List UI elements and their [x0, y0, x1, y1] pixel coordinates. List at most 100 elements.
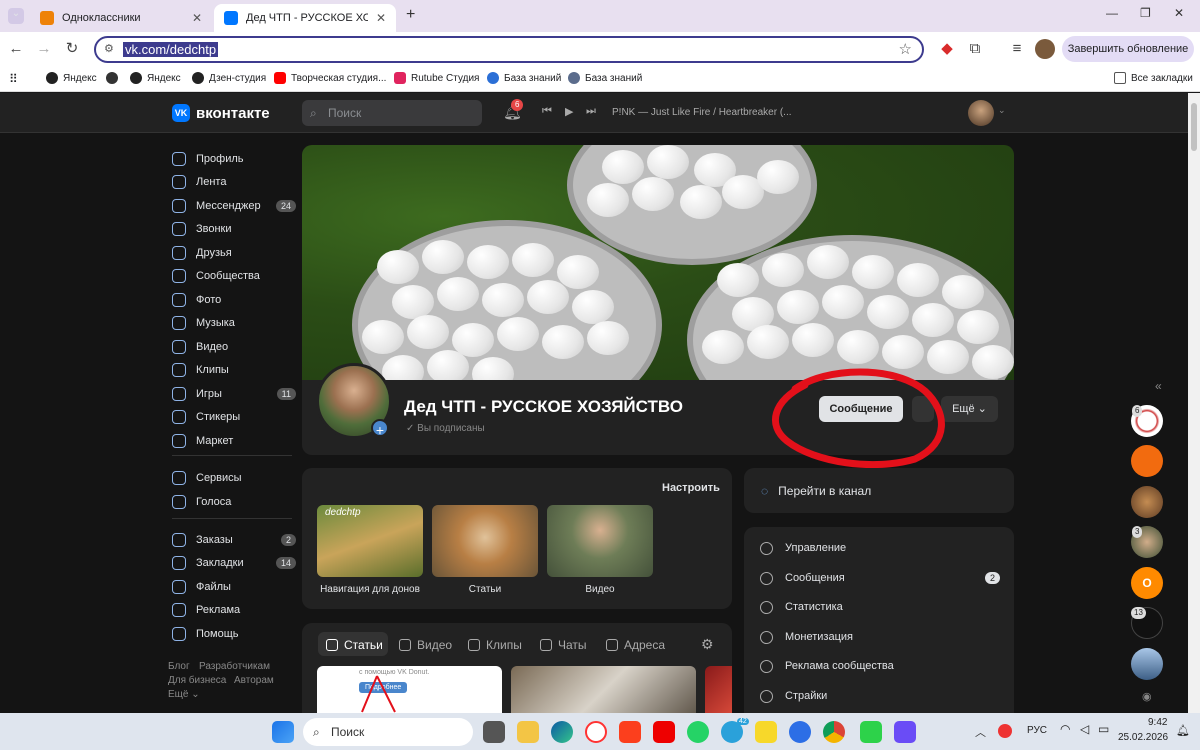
tile-articles[interactable] — [432, 505, 538, 577]
menu-item-manage[interactable]: Управление — [760, 539, 1000, 557]
chrome-icon[interactable] — [823, 721, 845, 743]
prev-track-icon[interactable]: ⏮ — [542, 105, 552, 118]
language-indicator[interactable]: РУС — [1027, 725, 1047, 736]
bookmark-kb-2[interactable]: База знаний — [568, 72, 642, 84]
post-preview-1[interactable]: с помощью VK Donut. Подробнее — [317, 666, 502, 713]
gear-icon[interactable]: ⚙ — [701, 636, 714, 653]
sidebar-item-stickers[interactable]: Стикеры — [172, 407, 296, 427]
post-preview-2[interactable] — [511, 666, 696, 713]
battery-icon[interactable]: ▭ — [1098, 722, 1109, 736]
user-avatar[interactable] — [968, 100, 994, 126]
edge-icon[interactable] — [551, 721, 573, 743]
extension-icon[interactable]: ◆ — [937, 39, 957, 59]
clock-time[interactable]: 9:42 — [1148, 717, 1167, 728]
sidebar-item-groups[interactable]: Сообщества — [172, 266, 296, 286]
next-track-icon[interactable]: ⏭ — [586, 105, 596, 118]
sidebar-item-friends[interactable]: Друзья — [172, 243, 296, 263]
configure-link[interactable]: Настроить — [662, 482, 720, 494]
sidebar-item-music[interactable]: Музыка — [172, 313, 296, 333]
clock-date[interactable]: 25.02.2026 — [1118, 732, 1168, 743]
minimize-button[interactable]: — — [1106, 6, 1118, 20]
collapse-icon[interactable]: « — [1155, 379, 1162, 393]
close-icon[interactable]: ✕ — [368, 11, 386, 25]
vk-logo[interactable]: VK вконтакте — [172, 104, 270, 122]
wifi-icon[interactable]: ◠ — [1060, 722, 1070, 736]
bell-icon[interactable]: 🔔︎ — [1176, 724, 1190, 737]
sidebar-item-help[interactable]: Помощь — [172, 624, 296, 644]
player-track[interactable]: P!NK — Just Like Fire / Heartbreaker (..… — [612, 107, 792, 118]
tile-video[interactable] — [547, 505, 653, 577]
menu-item-messages[interactable]: Сообщения 2 — [760, 569, 1000, 587]
subscribed-status[interactable]: ✓ Вы подписаны — [406, 423, 485, 434]
menu-item-stats[interactable]: Статистика — [760, 598, 1000, 616]
sidebar-item-votes[interactable]: Голоса — [172, 492, 296, 512]
sidebar-item-phone[interactable]: Звонки — [172, 219, 296, 239]
sidebar-item-user[interactable]: Профиль — [172, 149, 296, 169]
explorer-icon[interactable] — [517, 721, 539, 743]
url-text[interactable]: vk.com/dedchtp — [123, 42, 219, 57]
sidebar-item-messenger[interactable]: Мессенджер 24 — [172, 196, 296, 216]
sidebar-item-services[interactable]: Сервисы — [172, 468, 296, 488]
tab-odnoklassniki[interactable]: Одноклассники ✕ — [30, 4, 212, 32]
tray-app-icon[interactable] — [998, 724, 1012, 738]
yandex-icon[interactable] — [619, 721, 641, 743]
chat-icon[interactable]: ◉ — [1142, 690, 1152, 703]
reload-icon[interactable]: ↻ — [62, 39, 82, 59]
media-icon[interactable]: ≡ — [1007, 39, 1027, 59]
bookmark-yandex-2[interactable]: Яндекс — [130, 72, 181, 84]
chevron-down-icon[interactable]: ⌄ — [998, 105, 1006, 116]
start-icon[interactable] — [272, 721, 294, 743]
maximize-button[interactable]: ❐ — [1140, 6, 1151, 20]
sidebar-item-bookmarks[interactable]: Закладки 14 — [172, 553, 296, 573]
sidebar-item-market[interactable]: Маркет — [172, 431, 296, 451]
tab-clips[interactable]: Клипы — [468, 636, 522, 654]
tab-dedchtp[interactable]: Дед ЧТП - РУССКОЕ ХОЗЯЙСТВО ✕ — [214, 4, 396, 32]
address-bar[interactable]: ⚙ vk.com/dedchtp ☆ — [94, 36, 924, 63]
tile-donors[interactable]: dedchtp — [317, 505, 423, 577]
chat-avatar-7[interactable] — [1131, 648, 1163, 680]
post-preview-3[interactable] — [705, 666, 732, 713]
bookmark-kb-1[interactable]: База знаний — [487, 72, 561, 84]
tab-chats[interactable]: Чаты — [540, 636, 587, 654]
app-icon-purple[interactable] — [894, 721, 916, 743]
sidebar-item-feed[interactable]: Лента — [172, 172, 296, 192]
bookmark-rutube[interactable]: Rutube Студия — [394, 72, 479, 84]
bookmark-youtube-studio[interactable]: Творческая студия... — [274, 72, 386, 84]
tray-chevron-icon[interactable]: ︿ — [975, 724, 986, 740]
vk-search-input[interactable]: ⌕ Поиск — [302, 100, 482, 126]
tab-addresses[interactable]: Адреса — [606, 636, 665, 654]
sidebar-item-photo[interactable]: Фото — [172, 290, 296, 310]
bookmark-dzen[interactable]: Дзен-студия — [192, 72, 266, 84]
footer-business[interactable]: Для бизнеса — [168, 675, 226, 686]
menu-item-strikes[interactable]: Страйки — [760, 687, 1000, 705]
tab-articles[interactable]: Статьи — [326, 636, 383, 654]
sidebar-item-clips[interactable]: Клипы — [172, 360, 296, 380]
scrollbar-thumb[interactable] — [1191, 103, 1197, 151]
footer-dev[interactable]: Разработчикам — [199, 661, 270, 672]
whatsapp-icon[interactable] — [687, 721, 709, 743]
site-settings-icon[interactable]: ⚙ — [104, 42, 114, 55]
puzzle-icon[interactable]: ⧉ — [965, 39, 985, 59]
sidebar-item-orders[interactable]: Заказы 2 — [172, 530, 296, 550]
footer-blog[interactable]: Блог — [168, 661, 190, 672]
chat-avatar-2[interactable] — [1131, 445, 1163, 477]
sidebar-item-games[interactable]: Игры 11 — [172, 384, 296, 404]
profile-avatar[interactable] — [1035, 39, 1055, 59]
apps-icon[interactable]: ⠿ — [9, 72, 18, 86]
menu-item-community-ads[interactable]: Реклама сообщества — [760, 657, 1000, 675]
bookmark-yandex-1[interactable]: Яндекс — [46, 72, 97, 84]
menu-item-monetization[interactable]: Монетизация — [760, 628, 1000, 646]
all-bookmarks[interactable]: Все закладки — [1114, 72, 1193, 84]
new-tab-button[interactable]: + — [406, 6, 415, 24]
tab-search-icon[interactable]: ⌄ — [8, 8, 24, 24]
sidebar-item-files[interactable]: Файлы — [172, 577, 296, 597]
close-window-button[interactable]: ✕ — [1174, 6, 1184, 20]
back-icon[interactable]: ← — [6, 39, 26, 59]
footer-more[interactable]: Ещё ⌄ — [168, 689, 200, 700]
app-icon-yellow[interactable] — [755, 721, 777, 743]
chat-avatar-3[interactable] — [1131, 486, 1163, 518]
bookmark-globe[interactable] — [106, 72, 123, 84]
add-avatar-icon[interactable]: + — [371, 419, 389, 438]
update-button[interactable]: Завершить обновление — [1062, 36, 1194, 62]
forward-icon[interactable]: → — [34, 39, 54, 59]
